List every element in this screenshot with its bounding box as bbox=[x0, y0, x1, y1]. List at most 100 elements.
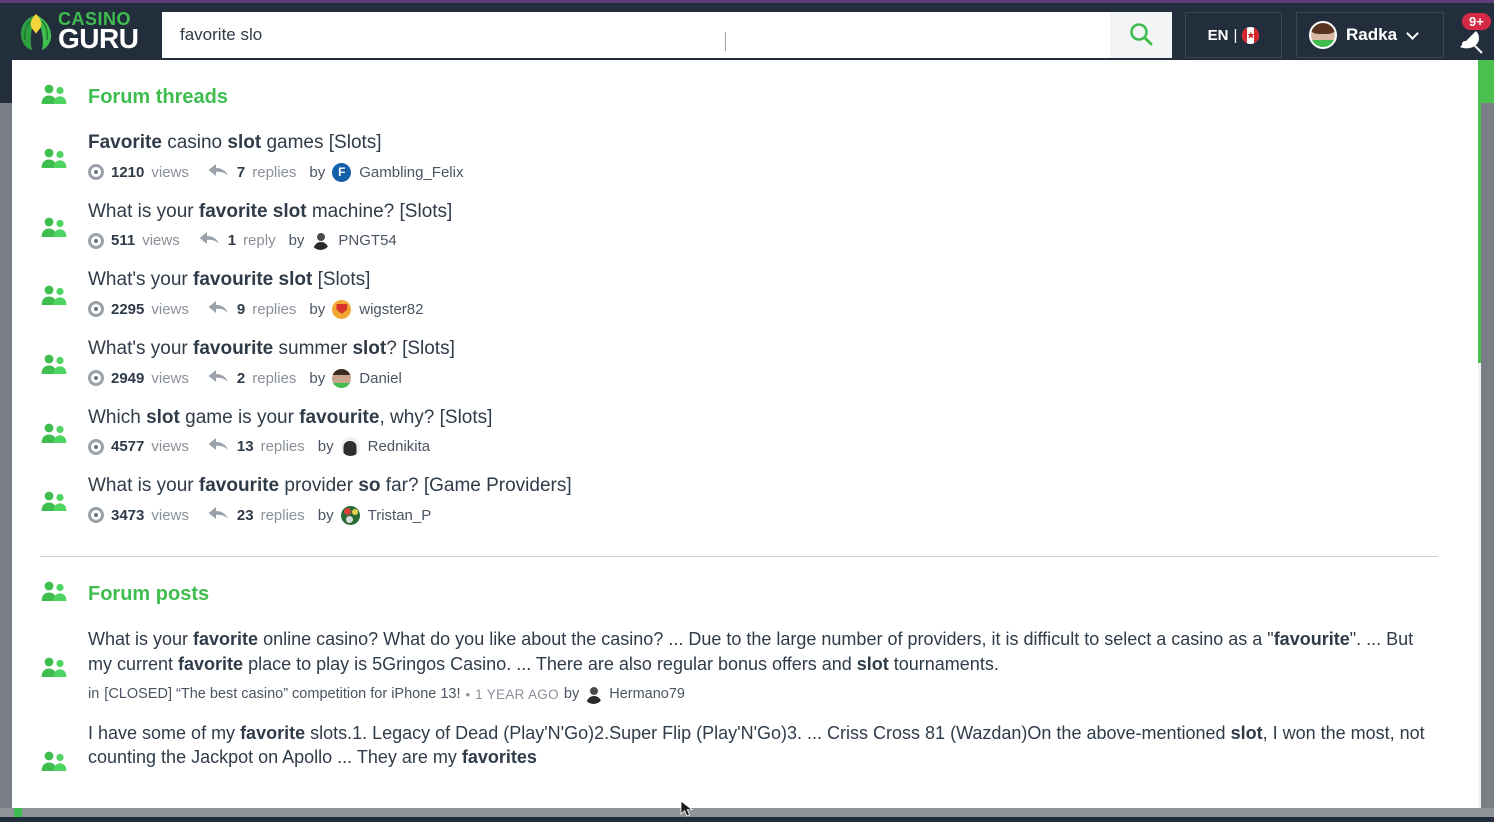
author-avatar bbox=[341, 506, 360, 525]
views-eye-icon bbox=[88, 439, 104, 455]
post-thread-link[interactable]: [CLOSED] “The best casino” competition f… bbox=[104, 686, 460, 702]
search-results-panel: Forum threads Favorite casino slot games… bbox=[12, 60, 1478, 808]
thread-row-icon bbox=[40, 267, 70, 314]
views-label: views bbox=[142, 232, 180, 249]
forum-group-icon bbox=[40, 159, 70, 176]
search-icon bbox=[1128, 21, 1154, 50]
thread-row-icon bbox=[40, 130, 70, 177]
section-header-forum-posts: Forum posts bbox=[40, 579, 1450, 610]
author-avatar bbox=[341, 437, 360, 456]
author-avatar bbox=[584, 685, 603, 704]
thread-row: What's your favourite slot [Slots] 2295 vi… bbox=[40, 267, 1450, 319]
thread-row: What is your favourite provider so far? … bbox=[40, 473, 1450, 525]
post-row-body: What is your favorite online casino? Wha… bbox=[88, 627, 1450, 704]
meta-dot: • bbox=[466, 687, 471, 702]
replies-count: 23 bbox=[237, 507, 254, 524]
thread-row-body: Favorite casino slot games [Slots]1210vi… bbox=[88, 130, 1450, 182]
by-label: by bbox=[289, 232, 305, 249]
views-eye-icon bbox=[88, 164, 104, 180]
window-left-edge bbox=[0, 103, 12, 817]
by-label: by bbox=[309, 301, 325, 318]
forum-group-icon bbox=[40, 502, 70, 519]
thread-title-link[interactable]: Which slot game is your favourite, why? … bbox=[88, 405, 1450, 431]
views-eye-icon bbox=[88, 233, 104, 249]
replies-label: replies bbox=[261, 507, 305, 524]
thread-title-link[interactable]: What is your favourite provider so far? … bbox=[88, 473, 1450, 499]
thread-title-link[interactable]: What's your favourite summer slot? [Slot… bbox=[88, 336, 1450, 362]
post-snippet-line[interactable]: my current favorite place to play is 5Gr… bbox=[88, 652, 1450, 677]
views-count: 3473 bbox=[111, 507, 144, 524]
thread-row-icon bbox=[40, 199, 70, 246]
thread-meta: 1210views7repliesbyFGambling_Felix bbox=[88, 163, 1450, 182]
thread-meta: 3473views23repliesbyTristan_P bbox=[88, 506, 1450, 525]
thread-meta: 2949views2repliesbyDaniel bbox=[88, 369, 1450, 388]
forum-posts-list: What is your favorite online casino? Wha… bbox=[28, 627, 1450, 780]
palm-leaf-spade-icon bbox=[17, 12, 55, 52]
author-name[interactable]: wigster82 bbox=[359, 301, 423, 318]
site-logo[interactable]: CASINO GURU bbox=[0, 3, 148, 60]
user-name: Radka bbox=[1346, 25, 1397, 45]
thread-row-icon bbox=[40, 405, 70, 452]
forum-group-icon bbox=[40, 668, 70, 685]
language-code: EN bbox=[1208, 27, 1229, 44]
thread-title-link[interactable]: Favorite casino slot games [Slots] bbox=[88, 130, 1450, 156]
forum-group-icon bbox=[40, 365, 70, 382]
section-header-forum-threads: Forum threads bbox=[40, 82, 1450, 113]
site-header: CASINO GURU EN | Radka 9+ bbox=[0, 3, 1494, 60]
views-count: 2949 bbox=[111, 370, 144, 387]
notification-badge: 9+ bbox=[1462, 13, 1491, 30]
thread-row-body: Which slot game is your favourite, why? … bbox=[88, 405, 1450, 457]
thread-title-link[interactable]: What's your favourite slot [Slots] bbox=[88, 267, 1450, 293]
views-eye-icon bbox=[88, 370, 104, 386]
thread-row-icon bbox=[40, 336, 70, 383]
post-snippet-line[interactable]: I have some of my favorite slots.1. Lega… bbox=[88, 721, 1450, 746]
views-label: views bbox=[151, 507, 189, 524]
replies-count: 13 bbox=[237, 438, 254, 455]
language-selector[interactable]: EN | bbox=[1185, 12, 1282, 58]
views-label: views bbox=[151, 164, 189, 181]
post-row-icon bbox=[40, 627, 70, 686]
views-eye-icon bbox=[88, 301, 104, 317]
views-count: 2295 bbox=[111, 301, 144, 318]
search-button[interactable] bbox=[1110, 12, 1172, 58]
forum-group-icon bbox=[40, 762, 70, 779]
author-name[interactable]: Rednikita bbox=[368, 438, 431, 455]
section-divider bbox=[40, 556, 1438, 557]
replies-label: replies bbox=[252, 301, 296, 318]
canada-flag-icon bbox=[1242, 27, 1259, 44]
by-label: by bbox=[318, 438, 334, 455]
by-label: by bbox=[309, 164, 325, 181]
post-row: What is your favorite online casino? Wha… bbox=[40, 627, 1450, 704]
author-name[interactable]: PNGT54 bbox=[338, 232, 396, 249]
post-timestamp: 1 YEAR AGO bbox=[475, 687, 559, 702]
thread-row: Favorite casino slot games [Slots]1210vi… bbox=[40, 130, 1450, 182]
replies-count: 1 bbox=[228, 232, 236, 249]
forum-group-icon bbox=[40, 434, 70, 451]
author-name[interactable]: Hermano79 bbox=[609, 686, 685, 702]
replies-count: 7 bbox=[237, 164, 245, 181]
horizontal-scrollbar-track[interactable] bbox=[0, 808, 1494, 817]
horizontal-scrollbar-thumb[interactable] bbox=[14, 808, 22, 817]
post-snippet-line[interactable]: counting the Jackpot on Apollo ... They … bbox=[88, 745, 1450, 770]
search-input[interactable] bbox=[162, 12, 1110, 58]
views-label: views bbox=[151, 301, 189, 318]
by-label: by bbox=[309, 370, 325, 387]
post-meta: in[CLOSED] “The best casino” competition… bbox=[88, 685, 1450, 704]
thread-title-link[interactable]: What is your favorite slot machine? [Slo… bbox=[88, 199, 1450, 225]
reply-arrow-icon bbox=[208, 369, 229, 388]
outer-scrollbar-thumb[interactable] bbox=[1481, 103, 1494, 817]
thread-row-body: What's your favourite summer slot? [Slot… bbox=[88, 336, 1450, 388]
post-snippet-line[interactable]: What is your favorite online casino? Wha… bbox=[88, 627, 1450, 652]
author-avatar bbox=[332, 300, 351, 319]
thread-row-icon bbox=[40, 473, 70, 520]
author-name[interactable]: Gambling_Felix bbox=[359, 164, 463, 181]
section-title: Forum posts bbox=[88, 583, 209, 606]
author-name[interactable]: Daniel bbox=[359, 370, 402, 387]
author-name[interactable]: Tristan_P bbox=[368, 507, 432, 524]
post-row-body: I have some of my favorite slots.1. Lega… bbox=[88, 721, 1450, 771]
results-scroll-area[interactable]: Forum threads Favorite casino slot games… bbox=[12, 60, 1466, 808]
user-menu-button[interactable]: Radka bbox=[1296, 12, 1444, 58]
replies-label: replies bbox=[261, 438, 305, 455]
avatar bbox=[1309, 21, 1337, 49]
thread-row-body: What's your favourite slot [Slots] 2295 vi… bbox=[88, 267, 1450, 319]
